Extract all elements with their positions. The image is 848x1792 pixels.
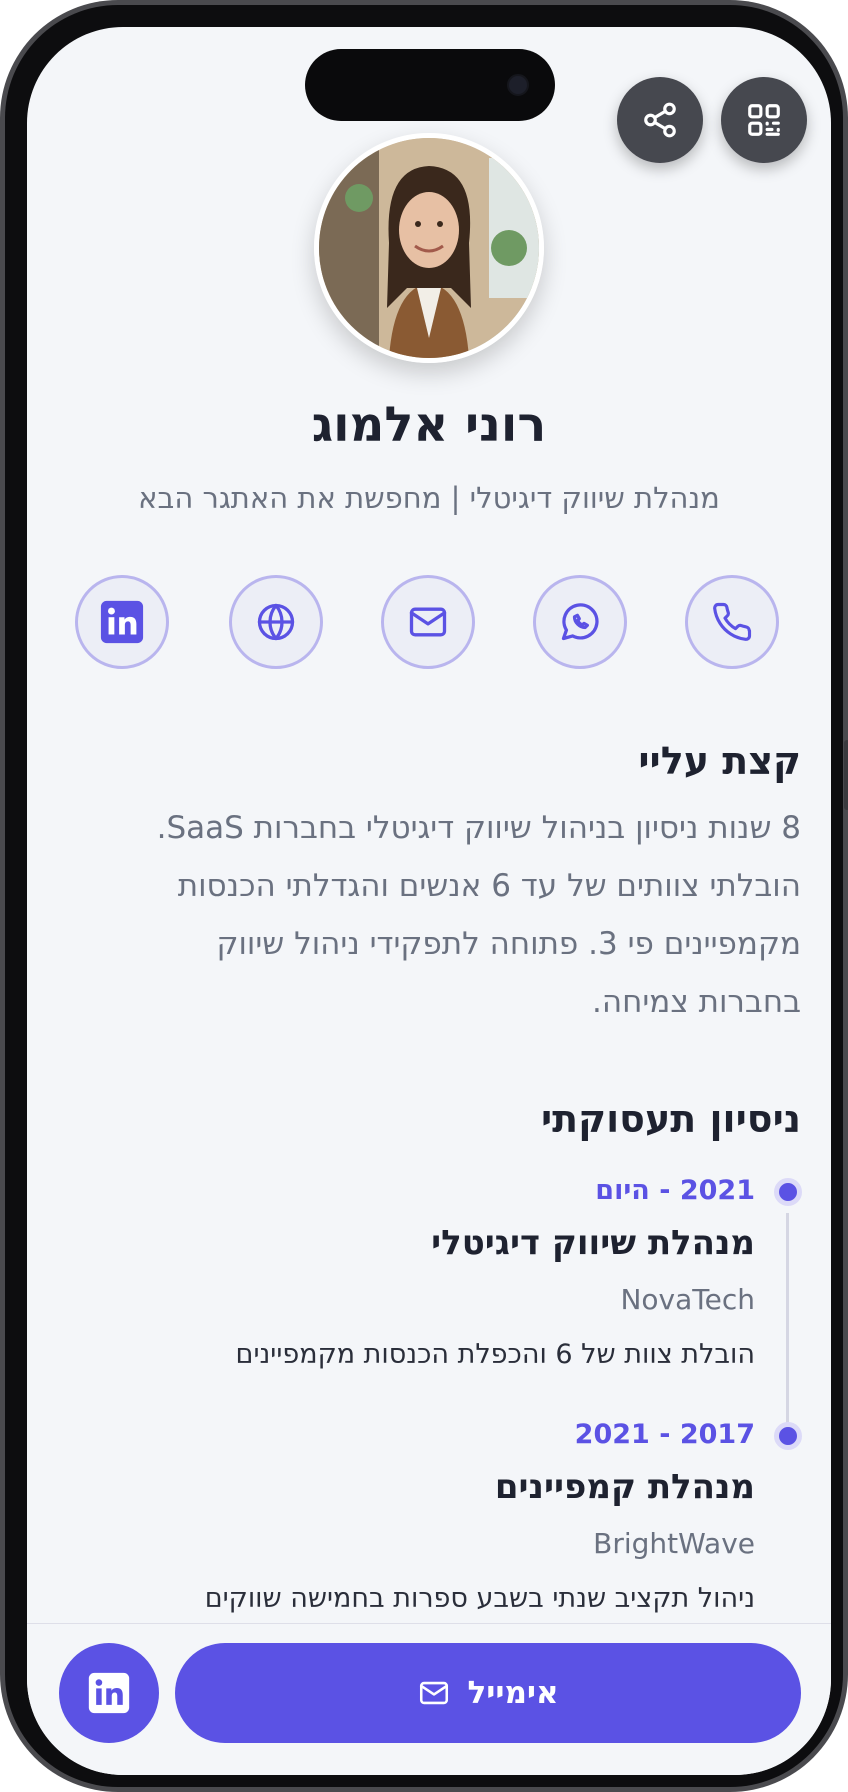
qr-code-icon (748, 104, 780, 136)
email-button[interactable]: אימייל (175, 1643, 801, 1743)
mail-icon (420, 1681, 449, 1705)
job-title: מנהלת קמפיינים (494, 1467, 755, 1507)
dynamic-island (305, 49, 555, 121)
qr-code-button[interactable] (721, 77, 807, 163)
job-description: הובלת צוות של 6 והכפלת הכנסות מקמפיינים (235, 1339, 755, 1370)
timeline-line (786, 1213, 789, 1435)
profile-name: רוני אלמוג (311, 397, 547, 453)
website-button[interactable] (229, 575, 323, 669)
about-line: מקמפיינים פי 3. פתוחה לתפקידי ניהול שיוו… (216, 926, 801, 962)
screen: רוני אלמוג מנהלת שיווק דיגיטלי | מחפשת א… (27, 27, 831, 1775)
job-description: ניהול תקציב שנתי בשבע ספרות בחמישה שווקי… (204, 1583, 755, 1614)
whatsapp-button[interactable] (533, 575, 627, 669)
job-company: NovaTech (620, 1283, 755, 1316)
mail-icon (409, 607, 447, 637)
job-company: BrightWave (593, 1527, 755, 1560)
globe-icon (257, 603, 295, 641)
about-line: הובלתי צוותים של עד 6 אנשים והגדלתי הכנס… (177, 868, 801, 904)
timeline-dot (774, 1178, 802, 1206)
job-period: 2017 - 2021 (574, 1419, 755, 1450)
phone-frame: רוני אלמוג מנהלת שיווק דיגיטלי | מחפשת א… (0, 0, 848, 1792)
share-button[interactable] (617, 77, 703, 163)
email-button-label: אימייל (467, 1675, 559, 1711)
job-title: מנהלת שיווק דיגיטלי (431, 1223, 755, 1263)
about-line: 8 שנות ניסיון בניהול שיווק דיגיטלי בחברו… (156, 810, 801, 846)
about-text: 8 שנות ניסיון בניהול שיווק דיגיטלי בחברו… (101, 799, 801, 1031)
experience-title: ניסיון תעסוקתי (540, 1097, 801, 1141)
about-line: בחברות צמיחה. (591, 984, 801, 1020)
whatsapp-icon (561, 603, 599, 641)
camera-icon (507, 74, 529, 96)
profile-photo (319, 138, 539, 358)
job-period: 2021 - היום (595, 1175, 755, 1206)
phone-button[interactable] (685, 575, 779, 669)
phone-icon (713, 602, 752, 641)
side-button (844, 740, 848, 810)
phone-bezel: רוני אלמוג מנהלת שיווק דיגיטלי | מחפשת א… (5, 5, 843, 1787)
linkedin-icon (88, 1672, 130, 1714)
linkedin-button[interactable] (75, 575, 169, 669)
about-title: קצת עליי (638, 739, 801, 783)
linkedin-fab-button[interactable] (59, 1643, 159, 1743)
share-icon (644, 102, 676, 138)
email-contact-button[interactable] (381, 575, 475, 669)
linkedin-icon (100, 600, 144, 644)
profile-tagline: מנהלת שיווק דיגיטלי | מחפשת את האתגר הבא (138, 481, 720, 515)
timeline-dot (774, 1422, 802, 1450)
avatar (314, 133, 544, 363)
